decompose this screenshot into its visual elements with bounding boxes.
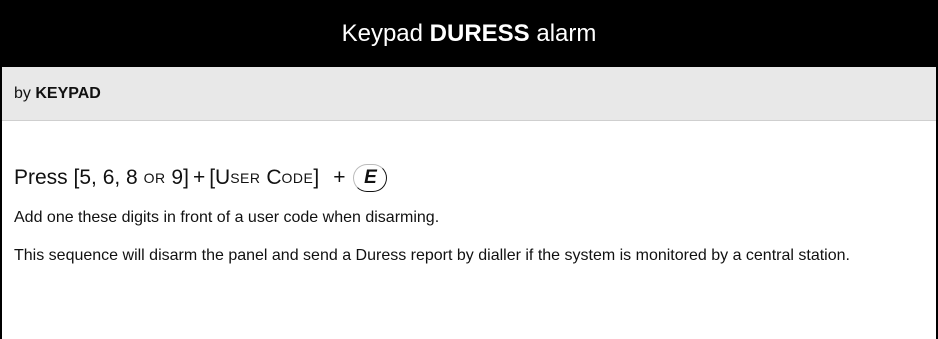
- instruction-card: Keypad DURESS alarm by KEYPAD Press [5, …: [0, 0, 938, 339]
- title-bar: Keypad DURESS alarm: [2, 0, 936, 67]
- user-code-close: ]: [313, 166, 320, 189]
- press-label: Press: [14, 166, 68, 189]
- title-emphasis: DURESS: [429, 19, 530, 47]
- method-prefix: by: [14, 84, 36, 102]
- method-emphasis: KEYPAD: [35, 84, 101, 102]
- plus-sign-1: +: [192, 166, 206, 189]
- title-suffix: alarm: [529, 19, 597, 47]
- user-code-u: U: [215, 166, 231, 189]
- digit-options-close: 9]: [165, 166, 189, 189]
- key-sequence: Press [5, 6, 8 OR 9] + [ U SER C ODE ] +…: [14, 163, 924, 193]
- plus-sign-2: +: [333, 166, 346, 189]
- e-key-icon: E: [353, 164, 388, 192]
- content: Press [5, 6, 8 OR 9] + [ U SER C ODE ] +…: [2, 163, 936, 267]
- instruction-paragraph-1: Add one these digits in front of a user …: [14, 209, 440, 226]
- user-code-ser: SER: [230, 170, 261, 186]
- title-prefix: Keypad: [341, 19, 430, 47]
- method-bar: by KEYPAD: [2, 67, 936, 121]
- user-code-ode: ODE: [281, 170, 314, 186]
- digit-options-open: [5, 6, 8: [73, 166, 144, 189]
- digit-options-or: OR: [143, 170, 166, 186]
- user-code-c: C: [266, 166, 282, 189]
- instruction-paragraph-2: This sequence will disarm the panel and …: [14, 247, 850, 264]
